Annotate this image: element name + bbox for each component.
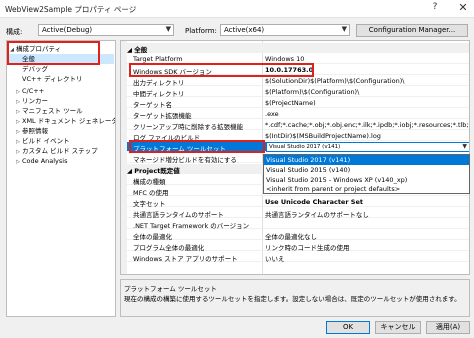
prop-value: リンク時のコード生成の使用 [265, 244, 350, 252]
tree-item-label: C/C++ [22, 87, 45, 95]
tree-item-label: マニフェスト ツール [22, 107, 83, 115]
prop-row-target-extension[interactable]: ターゲット拡張機能 .exe [127, 109, 469, 120]
prop-row-intermediate-directory[interactable]: 中間ディレクトリ $(Platform)\$(Configuration)\ [127, 87, 469, 98]
description-text: 現在の構成の構築に使用するツールセットを指定します。設定しない場合は、既定のツー… [124, 295, 461, 303]
prop-name: 構成の種類 [133, 178, 166, 186]
platform-select[interactable]: Active(x64) ▼ [220, 24, 350, 36]
config-label: 構成: [6, 28, 23, 36]
config-value: Active(Debug) [42, 26, 93, 34]
prop-name: Target Platform [133, 55, 183, 63]
tree-item-xml-doc-generator[interactable]: ▷ XML ドキュメント ジェネレーター [14, 116, 116, 126]
prop-name: Windows ストア アプリのサポート [133, 255, 238, 263]
toolset-option[interactable]: <inherit from parent or project defaults… [264, 184, 469, 194]
prop-name: プログラム全体の最適化 [133, 244, 205, 252]
prop-value: 共通言語ランタイムのサポートなし [265, 211, 369, 219]
prop-row-clr-support[interactable]: 共通言語ランタイムのサポート 共通言語ランタイムのサポートなし [127, 208, 469, 219]
tree-item-manifest-tool[interactable]: ▷ マニフェスト ツール [14, 106, 83, 116]
tree-item-custom-build-step[interactable]: ▷ カスタム ビルド ステップ [14, 146, 98, 156]
prop-row-windows-store-support[interactable]: Windows ストア アプリのサポート いいえ [127, 252, 469, 263]
prop-value: Windows 10 [265, 55, 305, 63]
expand-icon[interactable]: ▷ [14, 157, 22, 167]
prop-row-target-name[interactable]: ターゲット名 $(ProjectName) [127, 98, 469, 109]
sdk-highlight-box [129, 63, 314, 77]
prop-row-whole-optimization[interactable]: 全体の最適化 全体の最適化なし [127, 230, 469, 241]
toolset-highlight-box [129, 140, 265, 153]
prop-name: ターゲット拡張機能 [133, 112, 192, 120]
toolset-dropdown-list[interactable]: Visual Studio 2017 (v141) Visual Studio … [263, 154, 470, 194]
chevron-down-icon[interactable]: ▼ [462, 143, 467, 150]
tree-item-linker[interactable]: ▷ リンカー [14, 96, 48, 106]
tree-item-debugging[interactable]: デバッグ [8, 64, 48, 74]
prop-value: Use Unicode Character Set [265, 198, 364, 206]
category-label: Project既定値 [134, 167, 180, 175]
tree-item-label: Code Analysis [22, 157, 68, 165]
cancel-button[interactable]: キャンセル [375, 321, 421, 334]
tree-item-label: デバッグ [22, 65, 48, 73]
prop-name: マネージド増分ビルドを有効にする [133, 156, 237, 164]
toolset-option[interactable]: Visual Studio 2015 (v140) [264, 165, 469, 175]
help-button[interactable]: ? [428, 2, 442, 16]
prop-row-character-set[interactable]: 文字セット Use Unicode Character Set [127, 197, 469, 208]
tree-item-label: XML ドキュメント ジェネレーター [22, 117, 116, 125]
tree-item-vc-directories[interactable]: VC++ ディレクトリ [8, 74, 83, 84]
prop-value: いいえ [265, 255, 285, 263]
prop-row-output-directory[interactable]: 出力ディレクトリ $(SolutionDir)$(Platform)\$(Con… [127, 76, 469, 87]
prop-value: $(SolutionDir)$(Platform)\$(Configuratio… [265, 77, 405, 85]
config-select[interactable]: Active(Debug) ▼ [38, 24, 174, 36]
tree-highlight-box [7, 41, 100, 65]
tree-item-label: VC++ ディレクトリ [22, 75, 83, 83]
toolset-value: Visual Studio 2017 (v141) [269, 144, 341, 150]
configuration-manager-button[interactable]: Configuration Manager... [356, 24, 468, 37]
description-pane: プラットフォーム ツールセット 現在の構成の構築に使用するツールセットを指定しま… [120, 279, 470, 317]
prop-name: MFC の使用 [133, 189, 169, 197]
tree-item-label: リンカー [22, 97, 48, 105]
category-general[interactable]: ◢ 全般 [127, 43, 469, 54]
tree-item-label: 参照情報 [22, 127, 48, 135]
prop-name: 共通言語ランタイムのサポート [133, 211, 224, 219]
tree-item-browse-info[interactable]: ▷ 参照情報 [14, 126, 48, 136]
ok-button[interactable]: OK [326, 321, 370, 334]
prop-name: 全体の最適化 [133, 233, 172, 241]
prop-value: 全体の最適化なし [265, 233, 317, 241]
prop-value: $(Platform)\$(Configuration)\ [265, 88, 360, 96]
category-tree[interactable]: ◢ 構成プロパティ 全般 デバッグ VC++ ディレクトリ ▷ C/C++ ▷ リンカ… [6, 40, 116, 317]
platform-value: Active(x64) [224, 26, 265, 34]
prop-row-clean-extensions[interactable]: クリーンアップ時に削除する拡張機能 *.cdf;*.cache;*.obj;*.… [127, 120, 469, 131]
prop-row-target-framework[interactable]: .NET Target Framework のバージョン [127, 219, 469, 230]
window-title: WebView2Sample プロパティ ページ [5, 5, 137, 14]
prop-row-whole-program-optimization[interactable]: プログラム全体の最適化 リンク時のコード生成の使用 [127, 241, 469, 252]
toolset-combo[interactable]: Visual Studio 2017 (v141) ▼ [266, 142, 469, 152]
prop-value: $(IntDir)$(MSBuildProjectName).log [265, 132, 381, 140]
tree-item-label: カスタム ビルド ステップ [22, 147, 98, 155]
tree-item-build-events[interactable]: ▷ ビルド イベント [14, 136, 70, 146]
prop-value: .exe [265, 110, 279, 118]
prop-value: $(ProjectName) [265, 99, 316, 107]
tree-item-cpp[interactable]: ▷ C/C++ [14, 86, 44, 96]
toolset-option[interactable]: Visual Studio 2017 (v141) [264, 155, 469, 165]
chevron-down-icon: ▼ [165, 25, 171, 33]
prop-name: クリーンアップ時に削除する拡張機能 [133, 123, 244, 131]
prop-name: ターゲット名 [133, 101, 172, 109]
prop-name: .NET Target Framework のバージョン [133, 222, 250, 230]
category-label: 全般 [134, 46, 148, 54]
platform-label: Platform: [185, 27, 217, 35]
prop-name: 中間ディレクトリ [133, 90, 185, 98]
tree-item-code-analysis[interactable]: ▷ Code Analysis [14, 156, 68, 167]
description-title: プラットフォーム ツールセット [124, 285, 217, 293]
close-button[interactable]: ✕ [455, 1, 471, 17]
prop-name: 文字セット [133, 200, 166, 208]
prop-name: 出力ディレクトリ [133, 79, 185, 87]
apply-button[interactable]: 適用(A) [426, 321, 470, 334]
chevron-down-icon: ▼ [341, 25, 347, 33]
tree-item-label: ビルド イベント [22, 137, 70, 145]
prop-value: *.cdf;*.cache;*.obj;*.obj.enc;*.ilk;*.ip… [265, 121, 469, 129]
